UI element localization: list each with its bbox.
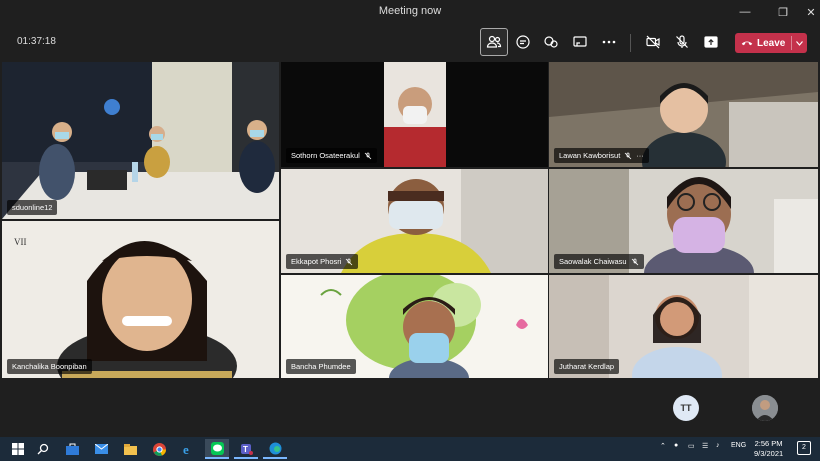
participants-button[interactable] (480, 28, 508, 56)
internet-explorer-icon: e (183, 443, 189, 456)
participant-name-tag: Saowalak Chaiwasu (554, 254, 644, 269)
more-icon (602, 40, 616, 44)
clock-date: 9/3/2021 (754, 449, 784, 458)
participant-name: Sothorn Osateerakul (291, 151, 360, 160)
mic-off-icon (625, 152, 632, 159)
minimize-button[interactable]: — (730, 0, 760, 24)
mic-off-icon (346, 258, 353, 265)
search-button[interactable] (31, 439, 55, 459)
meeting-toolbar: 01:37:18 Leave (0, 24, 820, 60)
participant-name: Jutharat Kerdlap (559, 362, 615, 371)
share-screen-icon (704, 36, 718, 48)
chat-button[interactable] (509, 28, 537, 56)
participant-name: Lawan Kawborisut (559, 151, 621, 160)
share-tray-icon (573, 36, 587, 47)
video-feed (2, 62, 279, 219)
video-tile[interactable]: Lawan Kawborisut ··· (549, 62, 818, 167)
teams-icon: T (240, 443, 253, 455)
participant-name: Saowalak Chaiwasu (559, 257, 627, 266)
video-grid: sduonline12 Sothorn Osateerakul Lawan Ka… (0, 60, 820, 379)
share-screen-button[interactable] (697, 28, 725, 56)
search-icon (37, 443, 49, 455)
participant-name-tag: Bancha Phumdee (286, 359, 356, 374)
taskbar-app-edge[interactable] (263, 439, 287, 459)
mic-off-icon (631, 258, 638, 265)
edge-icon (269, 442, 281, 454)
reactions-icon (544, 36, 558, 48)
participant-name-tag: Lawan Kawborisut ··· (554, 148, 649, 163)
video-tile[interactable]: Bancha Phumdee (281, 275, 548, 378)
chat-icon (516, 35, 530, 49)
language-indicator[interactable]: ENG (731, 442, 746, 449)
store-icon (65, 443, 79, 455)
leave-button[interactable]: Leave (735, 33, 807, 53)
participant-name-tag: sduonline12 (7, 200, 58, 215)
participant-name: Ekkapot Phosri (291, 257, 342, 266)
video-tile[interactable]: Sothorn Osateerakul (281, 62, 548, 167)
participant-name: Bancha Phumdee (291, 362, 351, 371)
clock-time: 2:56 PM (754, 439, 783, 448)
taskbar-clock[interactable]: 2:56 PM 9/3/2021 (754, 439, 783, 459)
tray-wifi-icon[interactable]: ☰ (702, 442, 708, 450)
tray-chevron-icon[interactable]: ⌃ (660, 442, 666, 450)
participant-avatar[interactable]: TT (673, 395, 699, 421)
video-tile[interactable]: Jutharat Kerdlap (549, 275, 818, 378)
taskbar-app-line[interactable] (205, 439, 229, 459)
line-icon (210, 441, 224, 455)
chevron-down-icon[interactable] (791, 36, 803, 50)
maximize-button[interactable]: ❐ (768, 0, 798, 24)
video-tile[interactable]: VII Kanchalika Boonpiban (2, 221, 279, 378)
taskbar-app-explorer[interactable] (118, 439, 142, 459)
phone-hangup-icon (741, 41, 753, 46)
svg-text:e: e (183, 443, 189, 456)
self-view-image (752, 395, 778, 421)
svg-text:T: T (243, 445, 248, 454)
participant-name-tag: Sothorn Osateerakul (286, 148, 377, 163)
share-tray-button[interactable] (566, 28, 594, 56)
mail-icon (94, 444, 108, 454)
participant-more-icon[interactable]: ··· (636, 151, 644, 160)
taskbar-app-store[interactable] (60, 439, 84, 459)
taskbar: e T ⌃ ● ▭ ☰ ♪ ENG 2:56 PM 9/3/2021 2 (0, 437, 820, 461)
taskbar-app-mail[interactable] (89, 439, 113, 459)
chrome-icon (152, 442, 166, 456)
svg-text:VII: VII (14, 237, 27, 247)
leave-label: Leave (757, 37, 786, 49)
participant-name: Kanchalika Boonpiban (12, 362, 87, 371)
windows-logo-icon (12, 443, 24, 455)
notification-center-button[interactable]: 2 (797, 441, 811, 455)
mic-off-icon (676, 35, 688, 48)
tray-security-icon[interactable]: ● (674, 442, 678, 449)
video-tile[interactable]: sduonline12 (2, 62, 279, 219)
tray-volume-icon[interactable]: ♪ (716, 442, 720, 449)
taskbar-app-chrome[interactable] (147, 439, 171, 459)
video-tile[interactable]: Ekkapot Phosri (281, 169, 548, 273)
camera-toggle-button[interactable] (639, 28, 667, 56)
window-title: Meeting now (378, 5, 442, 17)
tray-network-icon[interactable]: ▭ (688, 442, 695, 450)
reactions-button[interactable] (537, 28, 565, 56)
more-actions-button[interactable] (595, 28, 623, 56)
start-button[interactable] (6, 439, 30, 459)
meeting-timer: 01:37:18 (17, 36, 56, 47)
taskbar-app-ie[interactable]: e (176, 439, 200, 459)
participant-name-tag: Jutharat Kerdlap (554, 359, 620, 374)
notification-count: 2 (802, 444, 806, 451)
close-button[interactable]: ✕ (796, 0, 820, 24)
toolbar-divider (630, 34, 631, 52)
video-feed: VII (2, 221, 279, 378)
title-bar: Meeting now — ❐ ✕ (0, 0, 820, 24)
taskbar-app-teams[interactable]: T (234, 439, 258, 459)
folder-icon (123, 443, 137, 455)
mic-off-icon (364, 152, 372, 159)
participant-name: sduonline12 (12, 203, 53, 212)
people-icon (486, 35, 502, 48)
camera-off-icon (646, 35, 660, 49)
video-tile[interactable]: Saowalak Chaiwasu (549, 169, 818, 273)
participant-name-tag: Kanchalika Boonpiban (7, 359, 92, 374)
mic-toggle-button[interactable] (668, 28, 696, 56)
self-view-avatar[interactable] (752, 395, 778, 421)
participant-name-tag: Ekkapot Phosri (286, 254, 359, 269)
